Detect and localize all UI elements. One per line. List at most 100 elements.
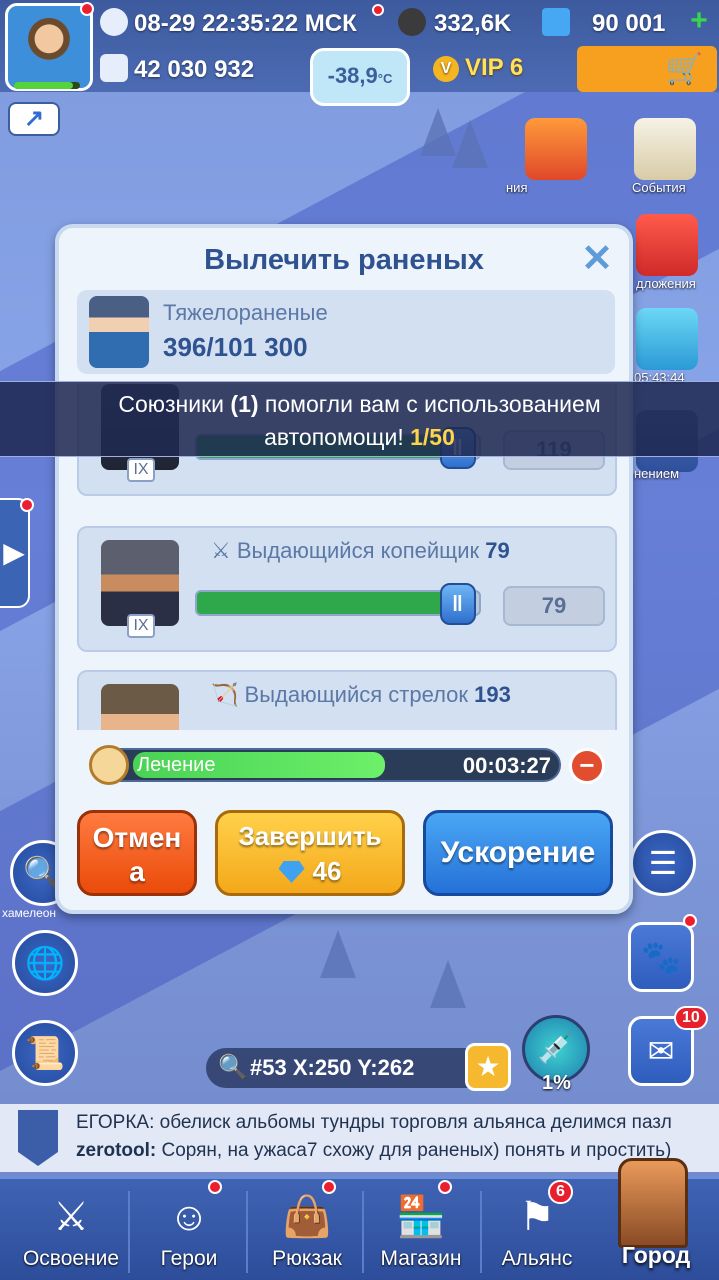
finish-label: Завершить [238,821,382,851]
healing-label: Лечение [137,754,216,776]
unit-heal-slider[interactable]: ‖ [195,583,481,625]
city-label: Город [621,1242,691,1268]
temperature-value: -38,9 [327,63,378,88]
vip-badge-icon: V [433,56,459,82]
shop-stall-icon: 🏪 [396,1195,446,1239]
nav-explore[interactable]: ⚔ Освоение [12,1179,130,1280]
upgrade-arrow-button[interactable]: ↗ [8,102,60,136]
mail-unread-badge: 10 [674,1006,708,1030]
backpack-notification-dot [322,1180,336,1194]
unit-count-field[interactable]: 79 [503,586,605,626]
potion-percent: 1% [542,1072,571,1094]
heal-wounded-dialog: Вылечить раненых ✕ Тяжелораненые 396/101… [55,224,633,914]
chat-message: ЕГОРКА: обелиск альбомы тундры торговля … [76,1112,672,1134]
map-tree [430,960,466,1008]
player-power: 42 030 932 [134,56,255,83]
add-gems-button[interactable]: + [686,6,712,36]
nav-heroes[interactable]: ☺ Герои [130,1179,248,1280]
offers-label: дложения [636,276,696,291]
temperature-indicator[interactable]: -38,9°C [310,48,410,106]
alliance-shield-icon [18,1110,58,1166]
offers-gift-icon[interactable] [636,214,698,276]
map-tree [320,930,356,978]
crossed-swords-icon: ⚔ [53,1195,89,1239]
chat-user: zerotool: [76,1140,157,1161]
nav-backpack[interactable]: 👜 Рюкзак [248,1179,366,1280]
nav-shop[interactable]: 🏪 Магазин [362,1179,480,1280]
wounded-label: Тяжелораненые [163,300,328,325]
clock-icon [89,745,129,785]
search-icon: 🔍 [218,1054,248,1081]
pet-paw-button[interactable]: 🐾 [628,922,694,992]
unit-portrait [101,684,179,730]
map-coordinates[interactable]: 🔍 #53 X:250 Y:262 [206,1048,502,1088]
nav-label: Рюкзак [272,1247,342,1270]
vip-level[interactable]: V VIP 6 [433,54,523,82]
coordinates-text: #53 X:250 Y:262 [250,1055,415,1080]
left-tab-notification-dot [20,498,34,512]
events-clipboard-icon[interactable] [634,118,696,180]
cancel-button[interactable]: Отмен а [77,810,197,896]
unit-tier-badge: IX [127,458,155,482]
avatar-notification-dot [80,2,94,16]
gift-event-icon[interactable] [525,118,587,180]
unit-row: IX ⚔ Выдающийся копейщик 79 ‖ 79 [77,526,617,652]
unit-name: ⚔ Выдающийся копейщик 79 [211,538,510,563]
gem-amount[interactable]: 90 001 [592,10,665,38]
shop-offer-button[interactable]: 🛒 [577,46,717,92]
nav-alliance[interactable]: ⚑ Альянс [478,1179,596,1280]
quest-scroll-button[interactable]: 📜 [12,1020,78,1086]
wreath-event-label: нением [634,466,680,481]
notice-text-2: помогли вам с использованием [258,391,601,417]
cancel-healing-minus-button[interactable]: − [569,748,605,784]
stone-amount[interactable]: 332,6K [434,10,511,38]
clock-icon [100,8,128,36]
cart-icon: 🛒 [665,53,703,86]
left-panel-expand-tab[interactable]: ▶ [0,498,30,608]
close-icon[interactable]: ✕ [579,240,615,278]
nav-label: Освоение [22,1247,120,1270]
stone-resource-icon [398,8,426,36]
gem-icon [278,861,305,883]
notice-text-1: Союзники [118,391,231,417]
alliance-badge: 6 [548,1180,573,1204]
slider-handle[interactable]: ‖ [439,583,476,625]
nav-label: Герои [160,1247,218,1270]
unit-slider-fill [197,592,451,614]
map-tree [452,120,488,168]
unit-tier-badge: IX [127,614,155,638]
player-stamina-bar [14,82,80,89]
chat-user: ЕГОРКА: [76,1112,155,1133]
shop-notification-dot [438,1180,452,1194]
healing-timer: 00:03:27 [462,753,551,778]
world-globe-button[interactable]: 🌐 [12,930,78,996]
unit-name-text: Выдающийся копейщик [236,538,480,563]
speedup-button[interactable]: Ускорение [423,810,613,896]
cancel-label-line1: Отмен [92,822,182,853]
dialog-title: Вылечить раненых [204,244,484,276]
unit-row: 🏹 Выдающийся стрелок 193 [77,670,617,730]
finish-now-button[interactable]: Завершить 46 [215,810,405,896]
cancel-label-line2: а [129,856,145,887]
city-gate-icon [618,1158,688,1248]
chat-text: Сорян, на ужаса7 схожу для раненых) поня… [156,1140,672,1161]
time-notification-dot [372,4,384,16]
bookmark-star-button[interactable]: ★ [465,1043,511,1091]
hero-face-icon: ☺ [168,1195,210,1239]
nav-city[interactable]: Город [596,1150,718,1280]
events-label: События [632,180,686,195]
player-avatar[interactable] [5,3,93,91]
finish-cost: 46 [312,856,342,886]
heroes-notification-dot [208,1180,222,1194]
map-tree [420,108,456,156]
menu-button[interactable]: ☰ [630,830,696,896]
unit-number: 79 [485,538,510,563]
healing-progress-bar: Лечение 00:03:27 [89,745,561,785]
unit-name-text: Выдающийся стрелок [244,682,469,707]
chameleon-label: хамелеон [2,906,57,920]
chat-text: обелиск альбомы тундры торговля альянса … [154,1112,672,1133]
timed-gift-icon[interactable] [636,308,698,370]
notice-count: (1) [230,391,259,417]
wounded-soldier-icon [89,296,149,368]
nav-label: Альянс [501,1247,573,1270]
